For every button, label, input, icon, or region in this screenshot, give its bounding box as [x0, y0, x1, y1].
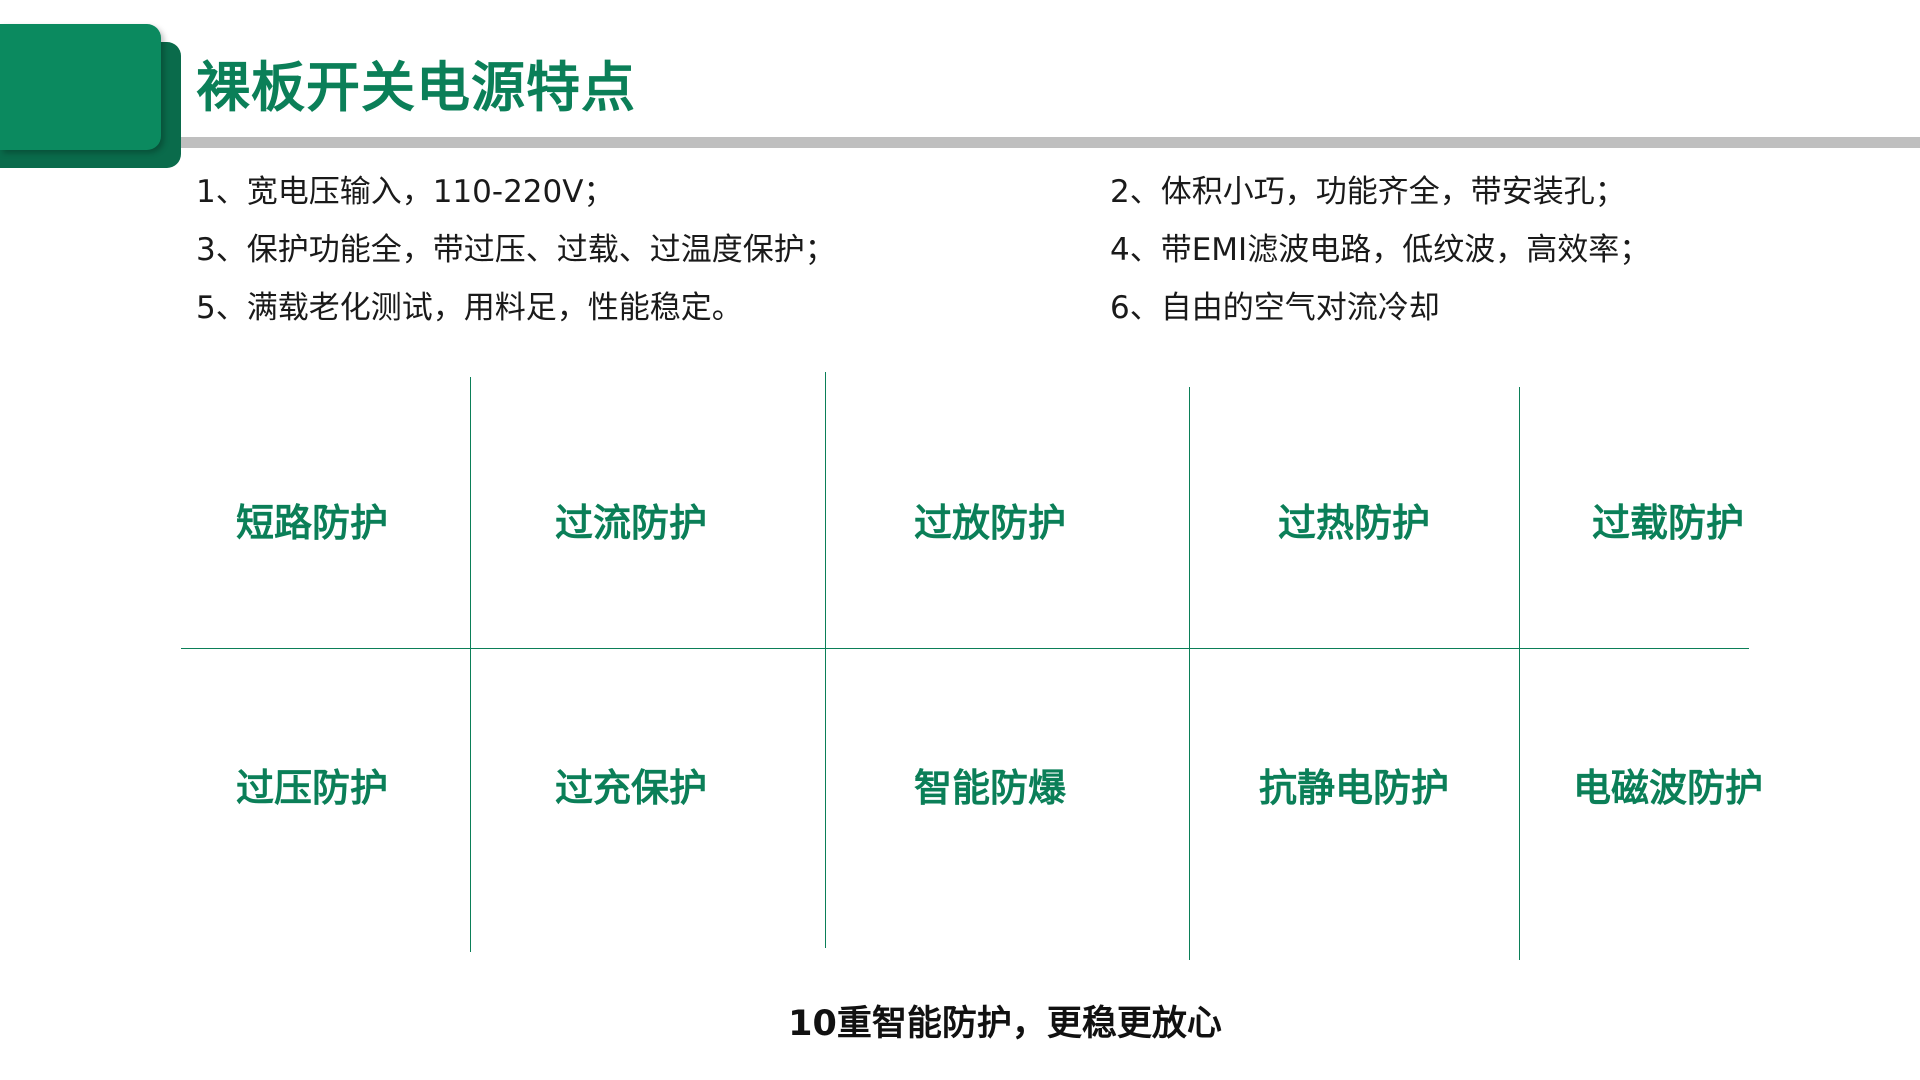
protection-over-current: 过流防护 — [554, 501, 708, 545]
protection-grid: 短路防护 过流防护 过放防护 过热防护 过载防护 过压防护 过充保护 智能防爆 … — [181, 372, 1763, 962]
grid-vertical-divider — [470, 377, 471, 952]
feature-list: 1、宽电压输入，110-220V； 2、体积小巧，功能齐全，带安装孔； 3、保护… — [196, 172, 1716, 352]
grid-vertical-divider — [1189, 387, 1190, 960]
feature-item: 5、满载老化测试，用料足，性能稳定。 — [196, 290, 743, 326]
protection-over-load: 过载防护 — [1591, 501, 1745, 545]
protection-over-discharge: 过放防护 — [913, 501, 1067, 545]
header-tab — [0, 24, 161, 150]
grid-horizontal-divider — [181, 648, 1749, 649]
protection-over-voltage: 过压防护 — [235, 766, 389, 810]
feature-item: 1、宽电压输入，110-220V； — [196, 174, 615, 210]
feature-item: 2、体积小巧，功能齐全，带安装孔； — [1110, 174, 1626, 210]
feature-item: 3、保护功能全，带过压、过载、过温度保护； — [196, 232, 836, 268]
protection-anti-static: 抗静电防护 — [1258, 766, 1450, 810]
protection-explosion-proof: 智能防爆 — [913, 766, 1067, 810]
page-title: 裸板开关电源特点 — [196, 56, 636, 119]
protection-short-circuit: 短路防护 — [235, 501, 389, 545]
tagline: 10重智能防护，更稳更放心 — [788, 1004, 1222, 1044]
feature-item: 6、自由的空气对流冷却 — [1110, 290, 1440, 326]
grid-vertical-divider — [825, 372, 826, 948]
protection-electromagnetic: 电磁波防护 — [1572, 766, 1764, 810]
title-divider — [181, 137, 1920, 148]
protection-over-heat: 过热防护 — [1277, 501, 1431, 545]
grid-vertical-divider — [1519, 387, 1520, 960]
protection-over-charge: 过充保护 — [554, 766, 708, 810]
feature-item: 4、带EMI滤波电路，低纹波，高效率； — [1110, 232, 1651, 268]
